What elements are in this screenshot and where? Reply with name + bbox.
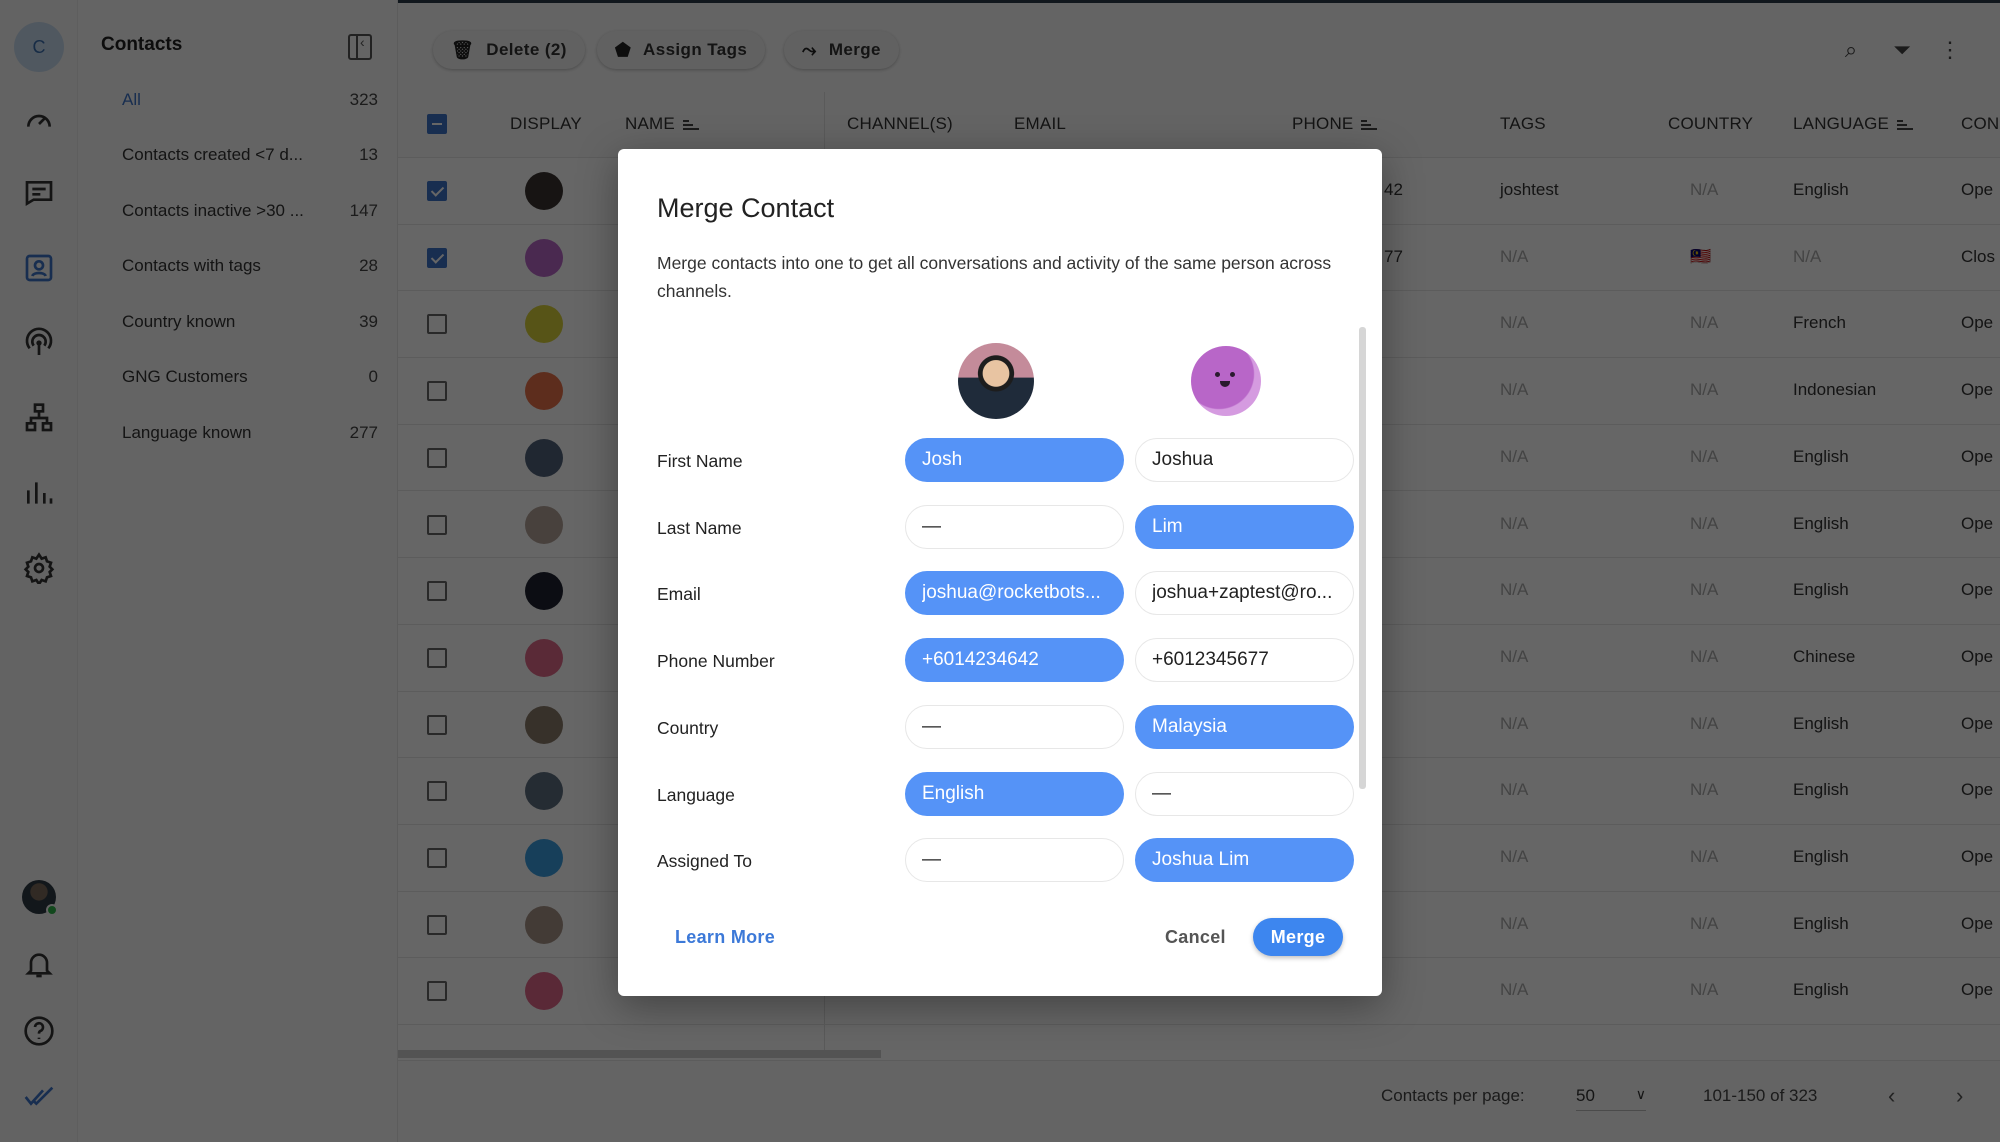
left-value-option[interactable]: joshua@rocketbots... — [905, 571, 1124, 616]
dialog-description: Merge contacts into one to get all conve… — [657, 253, 1332, 301]
right-value-option[interactable]: — — [1135, 771, 1354, 816]
right-value-option[interactable]: joshua+zaptest@ro... — [1135, 571, 1354, 616]
dialog-scrollbar[interactable] — [1359, 327, 1366, 789]
merge-button[interactable]: Merge — [1253, 918, 1343, 956]
left-value-option[interactable]: — — [905, 504, 1124, 549]
contact-a-avatar — [958, 343, 1034, 419]
left-value-option[interactable]: — — [905, 704, 1124, 749]
field-label: Country — [657, 717, 719, 738]
dialog-title: Merge Contact — [657, 193, 835, 223]
merge-field-row: Phone Number +6014234642 +6012345677 — [657, 638, 1354, 686]
cancel-button[interactable]: Cancel — [1165, 927, 1226, 948]
right-value-option[interactable]: +6012345677 — [1135, 638, 1354, 683]
right-value-option[interactable]: Joshua Lim — [1135, 838, 1354, 883]
field-label: Phone Number — [657, 651, 775, 672]
field-label: Last Name — [657, 517, 742, 538]
right-value-option[interactable]: Malaysia — [1135, 704, 1354, 749]
merge-field-row: Last Name — Lim — [657, 504, 1354, 553]
contact-b-avatar — [1191, 346, 1261, 416]
merge-field-row: Country — Malaysia — [657, 704, 1354, 753]
merge-field-row: Email joshua@rocketbots... joshua+zaptest@… — [657, 571, 1354, 619]
right-value-option[interactable]: Joshua — [1135, 438, 1354, 482]
field-label: Email — [657, 584, 701, 605]
field-label: Language — [657, 784, 735, 805]
left-value-option[interactable]: English — [905, 771, 1124, 816]
merge-field-row: First Name Josh Joshua — [657, 438, 1354, 486]
right-value-option[interactable]: Lim — [1135, 504, 1354, 549]
merge-contact-dialog: Merge Contact Merge contacts into one to… — [618, 149, 1382, 996]
merge-field-row: Language English — — [657, 771, 1354, 820]
left-value-option[interactable]: — — [905, 838, 1124, 883]
field-label: First Name — [657, 451, 743, 471]
merge-field-row: Assigned To — Joshua Lim — [657, 838, 1354, 886]
learn-more-link[interactable]: Learn More — [675, 927, 775, 948]
field-label: Assigned To — [657, 851, 753, 872]
left-value-option[interactable]: +6014234642 — [905, 638, 1124, 683]
left-value-option[interactable]: Josh — [905, 438, 1124, 482]
